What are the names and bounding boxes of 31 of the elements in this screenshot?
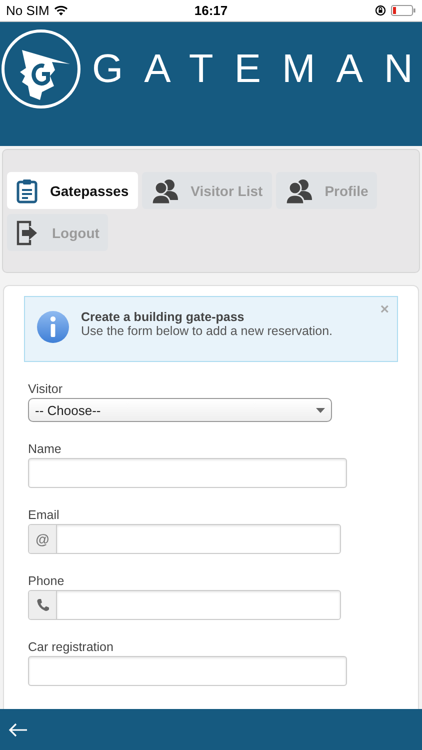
battery-icon bbox=[391, 5, 416, 16]
alert-message: Use the form below to add a new reservation. bbox=[81, 324, 333, 338]
field-label: Visitor bbox=[28, 382, 64, 396]
input-field[interactable]: @ bbox=[28, 524, 341, 554]
select-dropdown[interactable]: -- Choose-- bbox=[28, 398, 332, 422]
field-label: Email bbox=[28, 508, 60, 522]
addon-label: @ bbox=[29, 525, 57, 553]
nav-tab[interactable]: Profile bbox=[276, 172, 378, 209]
wifi-icon bbox=[54, 5, 68, 16]
carrier-text: No SIM bbox=[6, 3, 50, 18]
input-field[interactable] bbox=[28, 656, 347, 686]
logo-text: GATEMAN bbox=[92, 46, 422, 93]
nav-tab[interactable]: Logout bbox=[7, 214, 108, 251]
field-label: Car registration bbox=[28, 640, 114, 654]
field-label: Phone bbox=[28, 574, 66, 588]
field-label: Name bbox=[28, 442, 62, 456]
input-field[interactable] bbox=[28, 590, 341, 620]
close-button[interactable]: × bbox=[380, 301, 389, 318]
back-arrow-icon[interactable] bbox=[8, 722, 28, 736]
info-icon bbox=[35, 309, 71, 345]
nav-tab[interactable]: Gatepasses bbox=[7, 172, 138, 209]
nav-tab[interactable]: Visitor List bbox=[142, 172, 272, 209]
alert-title: Create a building gate-pass bbox=[81, 310, 246, 324]
clock-text: 16:17 bbox=[194, 3, 228, 18]
input-field[interactable] bbox=[28, 458, 347, 488]
clipboard-icon bbox=[16, 178, 38, 204]
caret-icon bbox=[316, 408, 325, 412]
phone-icon bbox=[36, 598, 50, 612]
people-icon bbox=[150, 178, 179, 204]
people-icon bbox=[284, 178, 313, 204]
rotation-lock-icon bbox=[375, 5, 386, 16]
